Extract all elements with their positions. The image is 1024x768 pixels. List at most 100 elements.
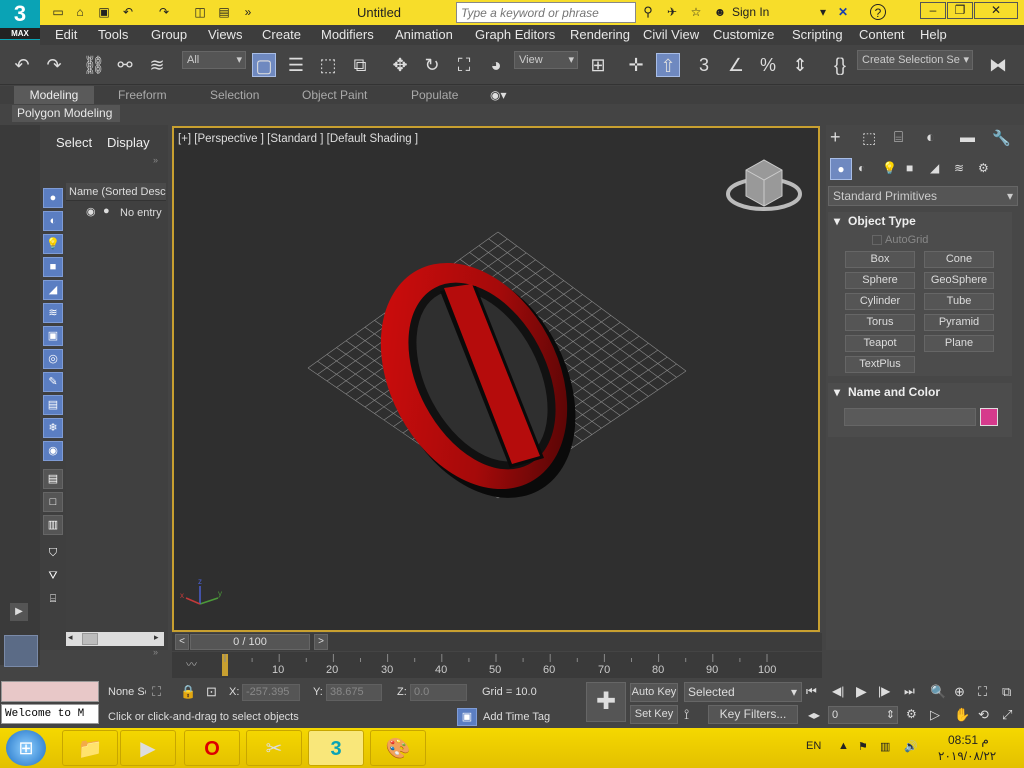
key-mode-toggle-icon[interactable]: ◂▸ <box>808 708 820 722</box>
app-logo[interactable]: 3 MAX <box>0 0 40 40</box>
new-file-icon[interactable]: ▭ <box>50 4 66 20</box>
clock-time[interactable]: 08:51 م <box>948 733 989 747</box>
absolute-mode-icon[interactable]: ⊡ <box>206 684 217 700</box>
go-to-end-icon[interactable]: ⏭ <box>904 684 915 699</box>
pyramid-button[interactable]: Pyramid <box>924 314 994 331</box>
flag-icon[interactable]: ⚑ <box>858 740 868 753</box>
spacewarps-filter-icon[interactable]: ≋ <box>43 303 63 323</box>
help-icon[interactable]: ? <box>870 4 886 20</box>
cameras-filter-icon[interactable]: ■ <box>43 257 63 277</box>
menu-group[interactable]: Group <box>151 25 187 45</box>
time-tag-icon[interactable]: ▣ <box>457 708 477 726</box>
perspective-viewport[interactable]: [+] [Perspective ] [Standard ] [Default … <box>172 126 820 632</box>
cylinder-button[interactable]: Cylinder <box>845 293 915 310</box>
menu-scripting[interactable]: Scripting <box>792 25 843 45</box>
add-time-tag[interactable]: Add Time Tag <box>483 711 550 723</box>
expand-arrow-icon[interactable]: ▶ <box>10 603 28 621</box>
zoom-icon[interactable]: 🔍 <box>930 684 946 700</box>
edit-named-selection-icon[interactable]: {} <box>828 53 852 77</box>
time-slider-thumb[interactable]: 0 / 100 <box>190 634 310 650</box>
groups-filter-icon[interactable]: ▣ <box>43 326 63 346</box>
menu-civil-view[interactable]: Civil View <box>643 25 699 45</box>
next-key-icon[interactable]: |▶ <box>878 684 890 698</box>
prev-frame-icon[interactable]: < <box>175 634 189 650</box>
media-player-taskbar-icon[interactable]: ▶ <box>120 730 176 766</box>
shapes-category-icon[interactable]: ◐ <box>858 161 865 175</box>
tab-freeform[interactable]: Freeform <box>118 86 167 104</box>
current-frame-field[interactable]: 0 ⇕ <box>828 706 898 724</box>
menu-create[interactable]: Create <box>262 25 301 45</box>
invert-display-icon[interactable]: ▥ <box>43 515 63 535</box>
redo-icon[interactable]: ↷ <box>42 53 66 77</box>
snaps-toggle-icon[interactable]: 3 <box>692 53 716 77</box>
x-coordinate-field[interactable]: -257.395 <box>242 684 300 701</box>
star-icon[interactable]: ☆ <box>688 4 704 20</box>
object-name-input[interactable] <box>844 408 976 426</box>
menu-tools[interactable]: Tools <box>98 25 128 45</box>
textplus-button[interactable]: TextPlus <box>845 356 915 373</box>
key-filters-button[interactable]: Key Filters... <box>708 705 798 724</box>
angle-snap-icon[interactable]: ∠ <box>724 53 748 77</box>
zoom-all-icon[interactable]: ⊕ <box>954 684 965 700</box>
teapot-button[interactable]: Teapot <box>845 335 915 352</box>
menu-views[interactable]: Views <box>208 25 242 45</box>
pan-icon[interactable]: ✋ <box>954 707 970 723</box>
select-object-icon[interactable]: ▢ <box>252 53 276 77</box>
column-header-name[interactable]: Name (Sorted Desce <box>66 183 166 201</box>
display-all-icon[interactable]: ▤ <box>43 469 63 489</box>
z-coordinate-field[interactable]: 0.0 <box>410 684 467 701</box>
containers-filter-icon[interactable]: ▤ <box>43 395 63 415</box>
torus-button[interactable]: Torus <box>845 314 915 331</box>
object-color-swatch[interactable] <box>980 408 998 426</box>
tab-display[interactable]: Display <box>107 135 150 150</box>
clock-date[interactable]: ٢٠١٩/٠٨/٢٢ <box>938 749 996 763</box>
user-icon[interactable]: ☻ <box>712 4 728 20</box>
eye-icon[interactable]: ◉ <box>86 205 96 218</box>
mirror-icon[interactable]: ⧓ <box>986 53 1010 77</box>
viewport-layout-icon[interactable] <box>4 635 38 667</box>
tube-button[interactable]: Tube <box>924 293 994 310</box>
rectangular-selection-icon[interactable]: ⬚ <box>316 53 340 77</box>
spinner-icon[interactable]: ⇕ <box>886 707 897 723</box>
select-by-name-icon[interactable]: ☰ <box>284 53 308 77</box>
key-filter-icon[interactable]: ⟟ <box>684 706 689 723</box>
helpers-filter-icon[interactable]: ◢ <box>43 280 63 300</box>
hierarchy-tab-icon[interactable]: ⌸ <box>894 129 903 146</box>
tab-object-paint[interactable]: Object Paint <box>302 86 367 104</box>
geometry-filter-icon[interactable]: ● <box>43 188 63 208</box>
close-button[interactable]: ✕ <box>974 2 1018 19</box>
select-manipulate-icon[interactable]: ✛ <box>624 53 648 77</box>
maximize-viewport-icon[interactable]: ⤢ <box>1002 707 1012 723</box>
field-of-view-icon[interactable]: ▷ <box>930 707 940 723</box>
go-to-start-icon[interactable]: ⏮ <box>806 684 817 699</box>
menu-rendering[interactable]: Rendering <box>570 25 630 45</box>
rotate-icon[interactable]: ↻ <box>420 53 444 77</box>
minimize-button[interactable]: – <box>920 2 946 19</box>
primitive-category-dropdown[interactable]: Standard Primitives ▾ <box>828 186 1018 206</box>
xrefs-filter-icon[interactable]: ◎ <box>43 349 63 369</box>
zoom-extents-all-icon[interactable]: ⧉ <box>1002 684 1011 700</box>
undo-icon[interactable]: ↶ <box>10 53 34 77</box>
hidden-filter-icon[interactable]: ◉ <box>43 441 63 461</box>
unlink-icon[interactable]: ⚯ <box>113 53 137 77</box>
ribbon-options-icon[interactable]: ◉▾ <box>490 86 507 104</box>
menu-animation[interactable]: Animation <box>395 25 453 45</box>
lights-category-icon[interactable]: 💡 <box>882 161 897 175</box>
save-icon[interactable]: ▣ <box>96 4 112 20</box>
network-icon[interactable]: ▥ <box>880 740 890 753</box>
exchange-icon[interactable]: ✕ <box>835 4 851 20</box>
window-crossing-icon[interactable]: ⧉ <box>348 53 372 77</box>
rollout-toggle-icon[interactable]: ▾ <box>834 385 840 399</box>
start-button[interactable]: ⊞ <box>6 730 46 766</box>
restore-button[interactable]: ❐ <box>947 2 973 19</box>
auto-key-button[interactable]: Auto Key <box>630 683 678 702</box>
autogrid-checkbox[interactable] <box>872 235 882 245</box>
box-button[interactable]: Box <box>845 251 915 268</box>
spacewarps-category-icon[interactable]: ≋ <box>954 161 964 175</box>
opera-taskbar-icon[interactable]: O <box>184 730 240 766</box>
named-selection-dropdown[interactable]: Create Selection Se ▾ <box>857 50 973 70</box>
keyboard-shortcut-override-icon[interactable]: ⇧ <box>656 53 680 77</box>
sign-in-link[interactable]: Sign In <box>732 5 769 19</box>
menu-customize[interactable]: Customize <box>713 25 774 45</box>
shapes-filter-icon[interactable]: ◐ <box>43 211 63 231</box>
